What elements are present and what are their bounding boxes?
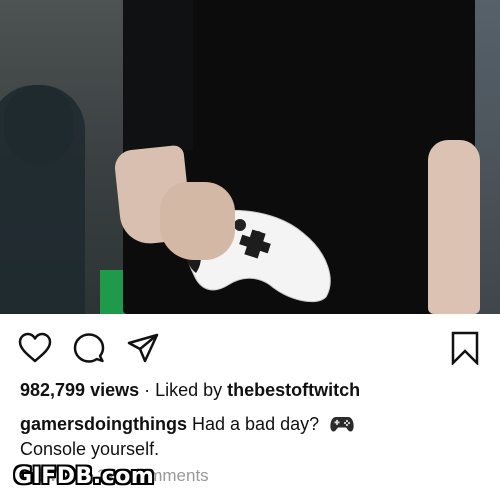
separator: · [139, 380, 156, 400]
watermark: GIFDB.com [14, 464, 155, 489]
gamepad-icon [330, 417, 354, 432]
heart-icon [18, 332, 52, 363]
post-media[interactable] [0, 0, 500, 314]
caption-text: Had a bad day? [187, 414, 325, 434]
engagement-line: 982,799 views · Liked by thebestoftwitch [20, 380, 360, 401]
post-caption: gamersdoingthings Had a bad day? Console… [20, 412, 480, 462]
action-bar [0, 330, 500, 370]
paper-plane-icon [127, 333, 159, 363]
right-arm [428, 140, 480, 314]
caption-username[interactable]: gamersdoingthings [20, 414, 187, 434]
like-button[interactable] [17, 330, 53, 366]
left-sleeve [123, 0, 193, 150]
share-button[interactable] [125, 330, 161, 366]
bookmark-icon [451, 331, 479, 365]
views-count[interactable]: 982,799 views [20, 380, 139, 400]
comment-button[interactable] [71, 330, 107, 366]
liked-by-user[interactable]: thebestoftwitch [227, 380, 360, 400]
background-person [0, 85, 85, 314]
instagram-post: 982,799 views · Liked by thebestoftwitch… [0, 0, 500, 500]
comment-icon [73, 333, 105, 363]
right-hand [160, 182, 235, 260]
liked-by-prefix: Liked by [155, 380, 228, 400]
save-button[interactable] [447, 330, 483, 366]
caption-line-2: Console yourself. [20, 439, 160, 459]
